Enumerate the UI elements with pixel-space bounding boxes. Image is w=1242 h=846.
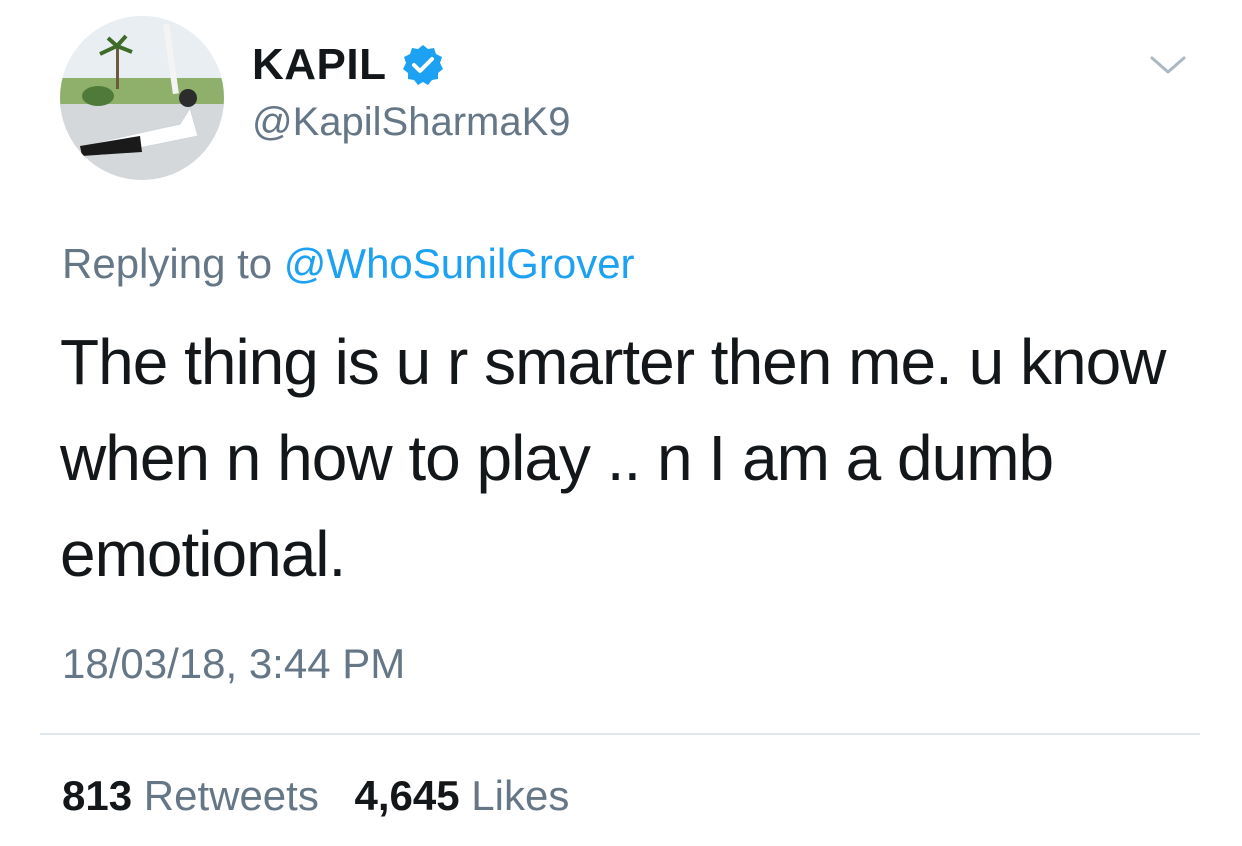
avatar-photo-icon [60, 16, 224, 180]
author-handle[interactable]: @KapilSharmaK9 [252, 100, 571, 145]
reply-mention-link[interactable]: @WhoSunilGrover [284, 240, 635, 287]
verified-badge-icon [401, 43, 445, 87]
replying-to: Replying to @WhoSunilGrover [62, 240, 635, 288]
likes-label: Likes [471, 772, 570, 819]
replying-to-label: Replying to [62, 240, 273, 287]
tweet-stats: 813 Retweets 4,645 Likes [62, 772, 569, 820]
author-name-row: KAPIL [252, 40, 445, 90]
avatar[interactable] [60, 16, 224, 180]
retweets-count: 813 [62, 772, 133, 819]
divider [40, 733, 1200, 735]
likes-count: 4,645 [354, 772, 460, 819]
tweet-timestamp[interactable]: 18/03/18, 3:44 PM [62, 640, 405, 688]
retweets-label: Retweets [143, 772, 319, 819]
display-name[interactable]: KAPIL [252, 40, 387, 90]
retweets-stat[interactable]: 813 Retweets [62, 772, 331, 819]
tweet-text: The thing is u r smarter then me. u know… [60, 326, 1166, 590]
likes-stat[interactable]: 4,645 Likes [355, 772, 570, 819]
chevron-down-icon[interactable] [1148, 50, 1188, 80]
tweet-card: KAPIL @KapilSharmaK9 Replying to @WhoSun… [0, 0, 1242, 846]
